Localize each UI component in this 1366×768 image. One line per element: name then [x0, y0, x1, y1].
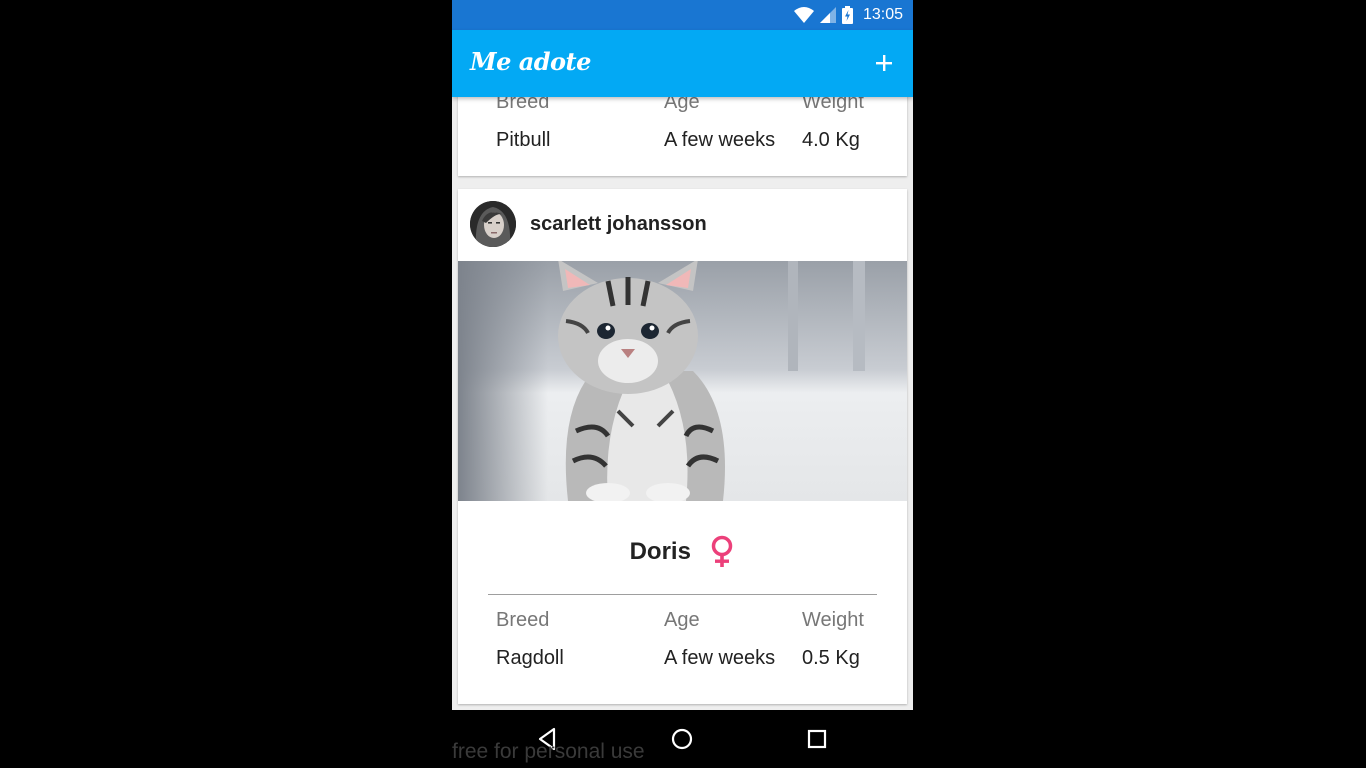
watermark: free for personal use — [452, 740, 645, 763]
divider — [488, 594, 877, 595]
cell-signal-icon — [819, 7, 836, 23]
status-bar: 13:05 — [452, 0, 913, 30]
pet-info-grid: Breed Age Weight Ragdoll A few weeks 0.5… — [496, 609, 896, 689]
wifi-icon — [793, 7, 814, 23]
breed-value: Pitbull — [496, 129, 551, 151]
pet-card[interactable]: Breed Age Weight Pitbull A few weeks 4.0… — [458, 97, 907, 176]
age-value: A few weeks — [664, 129, 776, 151]
age-label: Age — [664, 97, 700, 113]
owner-name[interactable]: scarlett johansson — [530, 213, 707, 236]
pet-info-grid: Breed Age Weight Pitbull A few weeks 4.0… — [496, 97, 896, 171]
phone-screen: 13:05 Me adote Breed Age Weight Pitbull … — [452, 0, 913, 768]
home-button[interactable] — [669, 726, 695, 752]
recents-icon — [807, 729, 827, 749]
battery-charging-icon — [841, 6, 853, 24]
pet-photo[interactable] — [458, 261, 907, 501]
recents-button[interactable] — [804, 726, 830, 752]
home-icon — [671, 728, 693, 750]
owner-row[interactable]: scarlett johansson — [458, 189, 907, 261]
age-value: A few weeks — [664, 647, 776, 669]
app-title: Me adote — [470, 47, 591, 76]
app-bar: Me adote — [452, 30, 913, 97]
breed-label: Breed — [496, 97, 550, 113]
breed-value: Ragdoll — [496, 647, 564, 669]
status-time: 13:05 — [862, 6, 903, 23]
female-icon — [712, 535, 733, 567]
pet-name-row: Doris — [458, 535, 907, 575]
breed-label: Breed — [496, 609, 550, 631]
plus-icon — [876, 55, 892, 71]
age-label: Age — [664, 609, 700, 631]
weight-label: Weight — [802, 609, 864, 631]
weight-value: 0.5 Kg — [802, 647, 860, 669]
pet-card[interactable]: scarlett johansson Doris Breed Age Weigh… — [458, 189, 907, 704]
pet-list[interactable]: Breed Age Weight Pitbull A few weeks 4.0… — [452, 97, 913, 710]
add-button[interactable] — [869, 48, 899, 78]
weight-label: Weight — [802, 97, 864, 113]
avatar[interactable] — [470, 201, 516, 247]
pet-name: Doris — [629, 538, 691, 565]
weight-value: 4.0 Kg — [802, 129, 860, 151]
